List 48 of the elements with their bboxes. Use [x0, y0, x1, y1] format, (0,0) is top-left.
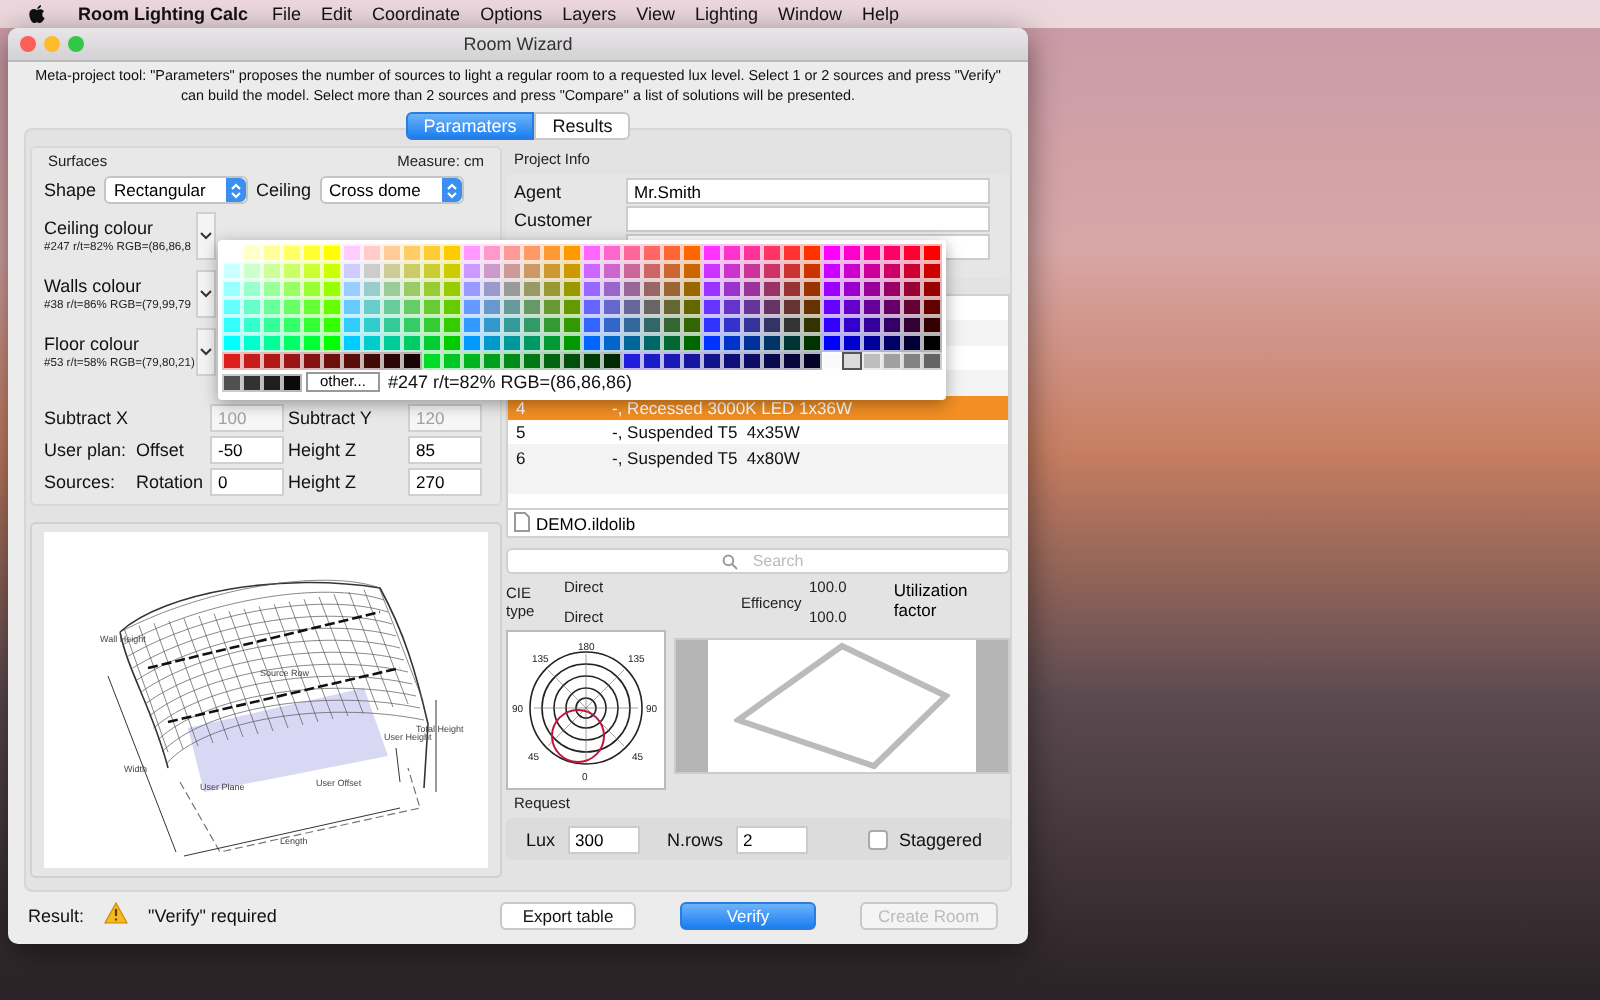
button[interactable]: Export table [500, 902, 636, 930]
field-label: Offset [136, 440, 186, 460]
row-label: Sources: [44, 472, 118, 492]
input-field[interactable]: 300 [567, 825, 640, 853]
field-label: Height Z [288, 472, 359, 492]
tab[interactable]: Results [534, 112, 631, 140]
field-label: Rotation [136, 472, 206, 492]
result-label: Result: [28, 906, 85, 926]
field-label: Subtract Y [288, 408, 374, 428]
utilization-label: Utilization factor [893, 580, 970, 620]
field-label: Agent [514, 181, 564, 201]
colour-info: #247 r/t=82% RGB=(86,86,86) [387, 372, 633, 392]
field-label: Shape [44, 180, 97, 200]
input-field[interactable]: -50 [210, 436, 284, 464]
menu-item[interactable]: Options [480, 4, 543, 24]
menu-item[interactable]: Window [778, 4, 843, 24]
input-field[interactable]: 85 [408, 436, 482, 464]
menu-item[interactable]: Layers [562, 4, 617, 24]
input-field[interactable]: 0 [210, 468, 284, 496]
colour-label: Walls colour [44, 275, 144, 295]
dropdown[interactable]: Cross dome [319, 176, 464, 204]
field-label: Ceiling [256, 180, 312, 200]
colour-label: Floor colour [44, 333, 142, 353]
field-label: N.rows [667, 829, 724, 849]
menu-item[interactable]: View [636, 4, 675, 24]
field-label: Height Z [288, 440, 359, 460]
menu-item[interactable]: Coordinate [372, 4, 461, 24]
menu-item[interactable]: Lighting [694, 4, 758, 24]
menu-item[interactable]: Help [862, 4, 900, 24]
field-label: Lux [526, 829, 556, 849]
dropdown[interactable]: Rectangular [104, 176, 249, 204]
result-text: "Verify" required [148, 906, 277, 926]
search-field[interactable]: Search [506, 548, 1010, 574]
colour-label: Ceiling colour [44, 217, 156, 237]
input-field[interactable]: Mr.Smith [626, 178, 990, 204]
input-field[interactable]: 270 [408, 468, 482, 496]
list-row[interactable]: 5 -, Suspended T5 4x35W [508, 419, 1008, 445]
field-label: Customer [514, 209, 595, 229]
list-row[interactable]: 6 -, Suspended T5 4x80W [508, 444, 1008, 470]
menu-item[interactable]: Edit [321, 4, 353, 24]
menu-item[interactable]: File [272, 4, 302, 24]
field-label: Subtract X [44, 408, 131, 428]
window-title: Room Wizard [463, 34, 573, 54]
app-menu[interactable]: Room Lighting Calc [78, 4, 248, 24]
file-name: DEMO.ildolib [536, 513, 636, 533]
input-field[interactable]: 2 [735, 825, 808, 853]
checkbox-label: Staggered [899, 829, 983, 849]
row-label: User plan: [44, 440, 129, 460]
